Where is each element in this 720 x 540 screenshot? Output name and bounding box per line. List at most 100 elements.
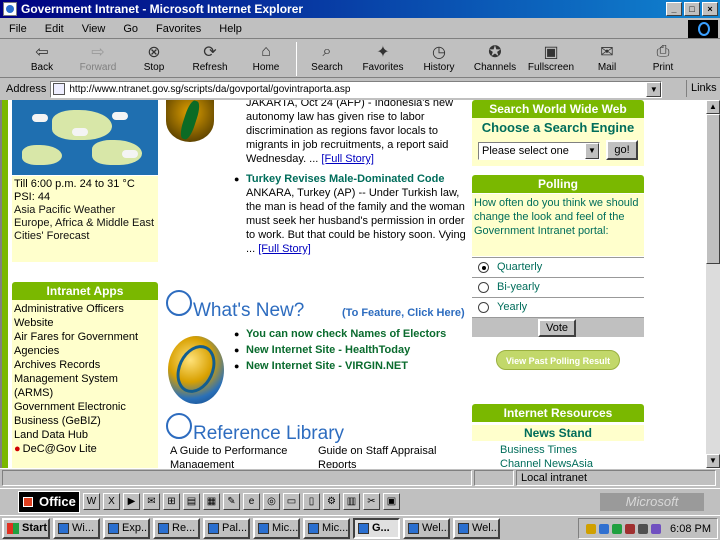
speaker-icon[interactable] (638, 523, 649, 534)
app-link-arms[interactable]: Archives Records Management System (ARMS… (14, 358, 156, 400)
full-story-link[interactable]: [Full Story] (258, 243, 311, 255)
poll-option-yearly[interactable]: Yearly (472, 297, 644, 316)
folder-shortcut-icon[interactable]: ▤ (183, 493, 200, 510)
clip-shortcut-icon[interactable]: ✂ (363, 493, 380, 510)
back-button[interactable]: ⇦ Back (14, 40, 70, 73)
refresh-button[interactable]: ⟳ Refresh (182, 40, 238, 73)
scroll-thumb[interactable] (706, 114, 720, 264)
tray-icon[interactable] (625, 523, 636, 534)
tray-icon[interactable] (612, 523, 623, 534)
ie-page-icon (3, 2, 17, 16)
app-link-admin-officers[interactable]: Administrative Officers Website (14, 302, 156, 330)
weather-map-image[interactable] (12, 100, 158, 175)
whats-new-item[interactable]: ● New Internet Site - HealthToday (234, 342, 466, 358)
stop-label: Stop (143, 62, 165, 73)
start-button[interactable]: Start (2, 517, 50, 539)
favorites-button[interactable]: ✦ Favorites (355, 40, 411, 73)
app-link-land-data-hub[interactable]: Land Data Hub (14, 428, 156, 442)
vertical-scrollbar[interactable]: ▲ ▼ (706, 100, 720, 468)
view-past-polling-button[interactable]: View Past Polling Result (496, 350, 620, 370)
tray-icon[interactable] (651, 523, 662, 534)
whats-new-item[interactable]: ● New Internet Site - VIRGIN.NET (234, 358, 466, 374)
calendar-shortcut-icon[interactable]: ▦ (203, 493, 220, 510)
taskbar-item[interactable]: Mic... (303, 517, 350, 539)
menu-favorites[interactable]: Favorites (147, 23, 210, 35)
print-button[interactable]: ⎙ Print (635, 40, 691, 73)
taskbar-item-active[interactable]: G... (353, 517, 400, 539)
notes-shortcut-icon[interactable]: ✎ (223, 493, 240, 510)
taskbar-item[interactable]: Wel... (403, 517, 450, 539)
feature-link[interactable]: (To Feature, Click Here) (342, 307, 465, 319)
channels-button[interactable]: ✪ Channels (467, 40, 523, 73)
asia-pacific-weather-link[interactable]: Asia Pacific Weather (14, 204, 158, 217)
excel-shortcut-icon[interactable]: X (103, 493, 120, 510)
go-button[interactable]: go! (606, 140, 638, 160)
resource-link-channel-newsasia[interactable]: Channel NewsAsia (500, 457, 593, 468)
minimize-button[interactable]: _ (666, 2, 682, 16)
chart-shortcut-icon[interactable]: ▥ (343, 493, 360, 510)
history-button[interactable]: ◷ History (411, 40, 467, 73)
reference-link-appraisal[interactable]: Guide on Staff Appraisal Reports (318, 444, 468, 468)
tray-icon[interactable] (586, 523, 597, 534)
office-button[interactable]: Office (18, 490, 80, 513)
scroll-up-button[interactable]: ▲ (706, 100, 720, 114)
clock[interactable]: 6:08 PM (670, 523, 711, 535)
address-input[interactable]: http://www.ntranet.gov.sg/scripts/da/gov… (50, 80, 663, 98)
tray-icon[interactable] (599, 523, 610, 534)
outlook-shortcut-icon[interactable]: ✉ (143, 493, 160, 510)
menu-go[interactable]: Go (114, 23, 147, 35)
app-link-gebiz[interactable]: Government Electronic Business (GeBIZ) (14, 400, 156, 428)
binder-shortcut-icon[interactable]: ▯ (303, 493, 320, 510)
radio-button[interactable] (478, 281, 489, 293)
address-url: http://www.ntranet.gov.sg/scripts/da/gov… (69, 83, 351, 95)
ie-shortcut-icon[interactable]: e (243, 493, 260, 510)
desktop-shortcut-icon[interactable]: ▣ (383, 493, 400, 510)
whats-new-heading: What's New? (166, 290, 304, 322)
app-link-air-fares[interactable]: Air Fares for Government Agencies (14, 330, 156, 358)
fullscreen-icon: ▣ (543, 44, 559, 61)
scroll-down-button[interactable]: ▼ (706, 454, 720, 468)
poll-option-biyearly[interactable]: Bi-yearly (472, 277, 644, 296)
word-shortcut-icon[interactable]: W (83, 493, 100, 510)
radio-button[interactable] (478, 301, 489, 313)
search-engine-select[interactable]: Please select one ▼ (478, 142, 600, 160)
close-button[interactable]: × (702, 2, 718, 16)
app-icon (208, 522, 219, 534)
address-dropdown-button[interactable]: ▼ (646, 81, 662, 97)
taskbar-item[interactable]: Pal... (203, 517, 250, 539)
app-link-decgov-lite[interactable]: DeC@Gov Lite (14, 442, 156, 456)
taskbar-item[interactable]: Wel... (453, 517, 500, 539)
menu-file[interactable]: File (0, 23, 36, 35)
full-story-link[interactable]: [Full Story] (321, 153, 374, 165)
radio-button[interactable] (478, 261, 489, 273)
vote-button[interactable]: Vote (538, 319, 576, 337)
menu-help[interactable]: Help (210, 23, 251, 35)
resource-link-business-times[interactable]: Business Times (500, 443, 577, 457)
menu-edit[interactable]: Edit (36, 23, 73, 35)
poll-option-quarterly[interactable]: Quarterly (472, 257, 644, 276)
access-shortcut-icon[interactable]: ⊞ (163, 493, 180, 510)
menu-view[interactable]: View (73, 23, 115, 35)
powerpoint-shortcut-icon[interactable]: ▶ (123, 493, 140, 510)
whats-new-item[interactable]: ● You can now check Names of Electors (234, 326, 466, 342)
links-button[interactable]: Links (686, 80, 720, 97)
forward-button[interactable]: ⇨ Forward (70, 40, 126, 73)
taskbar-item[interactable]: Wi... (53, 517, 100, 539)
reference-link-performance[interactable]: A Guide to Performance Management (170, 444, 306, 468)
maximize-button[interactable]: □ (684, 2, 700, 16)
taskbar-item[interactable]: Re... (153, 517, 200, 539)
news-headline[interactable]: Turkey Revises Male-Dominated Code (246, 173, 444, 185)
window-title-bar[interactable]: Government Intranet - Microsoft Internet… (0, 0, 720, 18)
home-button[interactable]: ⌂ Home (238, 40, 294, 73)
taskbar-item[interactable]: Exp... (103, 517, 150, 539)
world-cities-forecast-link[interactable]: Europe, Africa & Middle East Cities' For… (14, 217, 158, 243)
news-stand-label: News Stand (472, 425, 644, 441)
mail-button[interactable]: ✉ Mail (579, 40, 635, 73)
taskbar-item[interactable]: Mic... (253, 517, 300, 539)
settings-shortcut-icon[interactable]: ⚙ (323, 493, 340, 510)
stop-button[interactable]: ⊗ Stop (126, 40, 182, 73)
document-shortcut-icon[interactable]: ▭ (283, 493, 300, 510)
search-button[interactable]: ⌕ Search (299, 40, 355, 73)
fullscreen-button[interactable]: ▣ Fullscreen (523, 40, 579, 73)
explorer-shortcut-icon[interactable]: ◎ (263, 493, 280, 510)
